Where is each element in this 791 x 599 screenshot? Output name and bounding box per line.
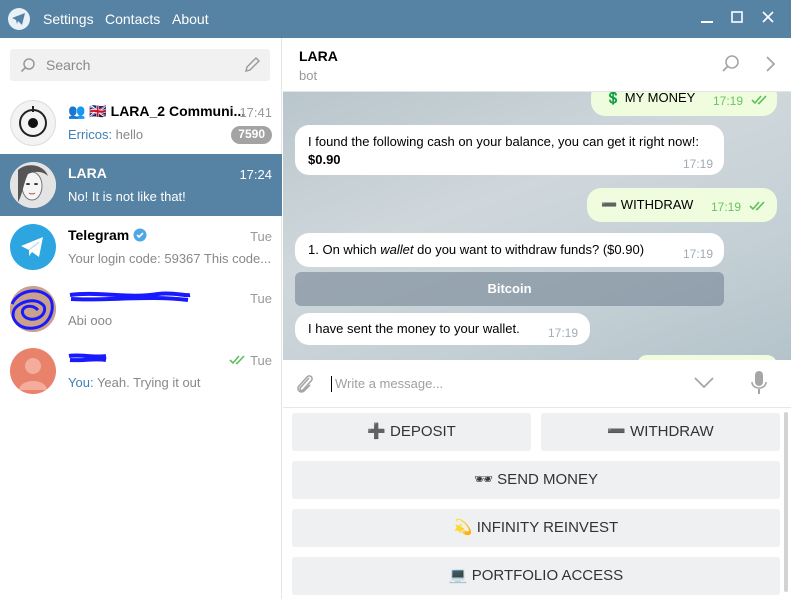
redaction-scribble: [68, 353, 107, 363]
minimize-icon[interactable]: [696, 8, 718, 30]
message-text: 1. On which wallet do you want to withdr…: [308, 242, 644, 257]
title-bar: Settings Contacts About: [0, 0, 791, 38]
verified-icon: [133, 228, 147, 245]
message-text: ➖ WITHDRAW: [601, 197, 694, 212]
message-text-italic: wallet: [380, 242, 414, 257]
read-check-icon: [751, 94, 769, 109]
message-text-suffix: do you want to withdraw funds? ($0.90): [413, 242, 645, 257]
chat-item-telegram[interactable]: Telegram Tue Your login code: 59367 This…: [0, 216, 282, 278]
microphone-icon[interactable]: [751, 370, 767, 399]
infinity-reinvest-button[interactable]: 💫 INFINITY REINVEST: [292, 509, 780, 547]
chat-message: hello: [112, 127, 144, 142]
avatar: [10, 162, 56, 208]
compose-pencil-icon[interactable]: [244, 57, 260, 76]
send-money-button[interactable]: 🕶 SEND MONEY: [292, 461, 780, 499]
search-placeholder: Search: [46, 57, 91, 73]
chat-item-redacted-2[interactable]: Tue You: Yeah. Trying it out: [0, 340, 282, 402]
chat-message: Yeah. Trying it out: [93, 375, 201, 390]
message-history[interactable]: 💲 MY MONEY 17:19 I found the following c…: [283, 92, 791, 360]
chat-sender: Erricos:: [68, 127, 113, 142]
keyboard-scrollbar[interactable]: [784, 412, 788, 592]
avatar: [10, 286, 56, 332]
menu-about[interactable]: About: [172, 11, 209, 27]
message-text: I have sent the money to your wallet.: [308, 321, 520, 336]
conversation-header: LARA bot: [283, 38, 791, 92]
avatar: [10, 348, 56, 394]
chat-message: Your login code: 59367 This code...: [68, 251, 272, 266]
message-in-wallet-question: 1. On which wallet do you want to withdr…: [295, 233, 724, 267]
chat-time: 17:24: [239, 167, 272, 182]
message-in-balance: I found the following cash on your balan…: [295, 125, 724, 175]
chat-time-text: Tue: [250, 353, 272, 368]
chat-name: [68, 351, 108, 368]
chat-preview: You: Yeah. Trying it out: [68, 375, 274, 390]
maximize-icon[interactable]: [726, 8, 748, 30]
paperclip-icon[interactable]: [295, 372, 315, 399]
chat-item-redacted-1[interactable]: Tue Abi ooo: [0, 278, 282, 340]
conversation-title[interactable]: LARA: [299, 48, 338, 64]
chat-item-lara[interactable]: LARA 17:24 No! It is not like that!: [0, 154, 282, 216]
read-check-icon: [229, 354, 247, 369]
search-icon: [20, 57, 36, 76]
chat-time: 17:41: [239, 105, 272, 120]
chat-name: [68, 289, 192, 308]
withdraw-button[interactable]: ➖ WITHDRAW: [541, 413, 780, 451]
message-text-prefix: 1. On which: [308, 242, 381, 257]
redaction-scribble: [69, 291, 191, 302]
search-input[interactable]: Search: [10, 49, 270, 81]
chat-sender: You:: [68, 375, 94, 390]
message-input[interactable]: Write a message...: [335, 376, 443, 391]
message-time: 17:19: [683, 247, 714, 261]
bot-keyboard: ➕ DEPOSIT ➖ WITHDRAW 🕶 SEND MONEY 💫 INFI…: [283, 408, 791, 599]
message-text: I found the following cash on your balan…: [308, 134, 699, 149]
message-time: 17:19: [683, 157, 714, 171]
chat-time: Tue: [250, 291, 272, 306]
portfolio-access-button[interactable]: 💻 PORTFOLIO ACCESS: [292, 557, 780, 595]
chevron-down-icon[interactable]: [693, 376, 715, 393]
telegram-logo-icon: [8, 8, 30, 30]
message-in-sent: I have sent the money to your wallet. 17…: [295, 313, 590, 345]
inline-button-bitcoin[interactable]: Bitcoin: [295, 272, 724, 306]
chat-time: Tue: [229, 353, 272, 369]
message-out-withdraw: ➖ WITHDRAW 17:19: [587, 188, 777, 222]
message-composer: Write a message...: [283, 360, 791, 408]
chat-name: LARA: [68, 165, 107, 181]
message-out-my-money: 💲 MY MONEY 17:19: [591, 92, 777, 116]
message-amount: $0.90: [308, 152, 341, 167]
chat-name: 👥 🇬🇧 LARA_2 Communi...: [68, 103, 246, 119]
chat-message: No! It is not like that!: [68, 189, 186, 204]
message-time: 17:19: [711, 200, 742, 214]
chat-message: Abi ooo: [68, 313, 113, 328]
text-caret: [331, 376, 332, 392]
deposit-button[interactable]: ➕ DEPOSIT: [292, 413, 531, 451]
message-time: 17:19: [713, 94, 744, 108]
avatar: [10, 224, 56, 270]
search-icon[interactable]: [721, 54, 741, 77]
close-icon[interactable]: [757, 8, 779, 30]
message-time: 17:19: [548, 326, 579, 340]
avatar: [10, 100, 56, 146]
chat-name-text: Telegram: [68, 227, 130, 243]
message-text: 💲 MY MONEY: [605, 92, 696, 105]
unread-badge: 7590: [231, 126, 272, 144]
read-check-icon: [749, 200, 767, 215]
chat-time: Tue: [250, 229, 272, 244]
menu-settings[interactable]: Settings: [43, 11, 94, 27]
chat-item-lara2-community[interactable]: 👥 🇬🇧 LARA_2 Communi... 17:41 Erricos: he…: [0, 92, 282, 154]
conversation-status: bot: [299, 68, 318, 83]
chevron-right-icon[interactable]: [765, 54, 777, 77]
menu-contacts[interactable]: Contacts: [105, 11, 160, 27]
chat-name: Telegram: [68, 227, 147, 245]
chat-list-panel: Search 👥 🇬🇧 LARA_2 Communi... 17:41 Erri…: [0, 38, 282, 599]
